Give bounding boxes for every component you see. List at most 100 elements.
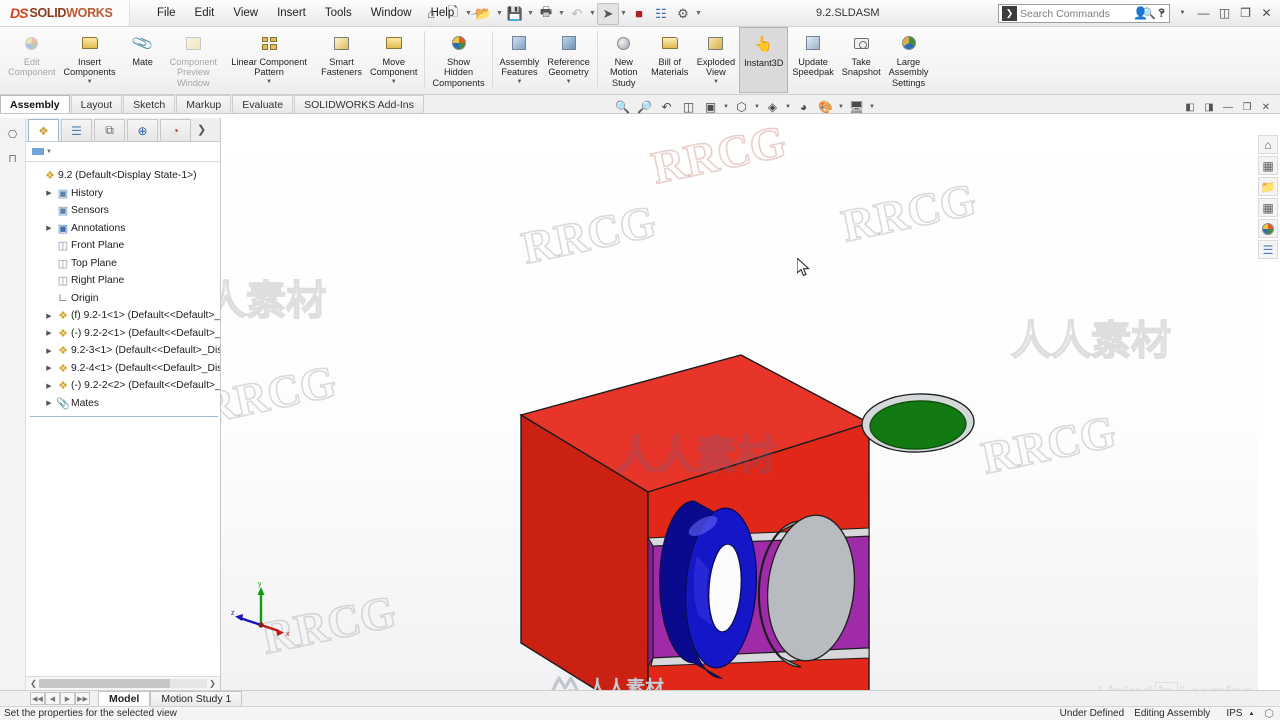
apply-scene-chevron-down-icon[interactable]: ▼ bbox=[837, 104, 845, 110]
configuration-manager-tab[interactable]: ⧉ bbox=[94, 119, 125, 141]
help-chevron-down-icon[interactable]: ▼ bbox=[1173, 3, 1192, 22]
document-tab-bar[interactable]: ◀◀ ◀ ▶ ▶▶ Model Motion Study 1 bbox=[0, 690, 1280, 706]
graphics-viewport[interactable]: RRCG RRCG RRCG RRCG RRCG 人人素材 人人素材 人人素材 bbox=[221, 118, 1258, 690]
tab-markup[interactable]: Markup bbox=[176, 95, 232, 113]
purple-slab-left-end[interactable] bbox=[647, 536, 654, 668]
chevron-down-icon[interactable]: ▼ bbox=[87, 79, 93, 85]
print-icon[interactable]: 🖶 bbox=[535, 3, 557, 25]
home-icon[interactable]: ⌂ bbox=[420, 3, 442, 25]
expander[interactable]: ▶ bbox=[43, 399, 55, 407]
help-icon[interactable]: ? bbox=[1152, 3, 1171, 22]
task-pane-rail[interactable]: ⌂ ▦ 📁 ▦ ☰ bbox=[1258, 135, 1280, 259]
window-controls[interactable]: 👤 ? ▼ — ◫ ❐ ✕ bbox=[1131, 3, 1276, 22]
expander[interactable]: ▶ bbox=[43, 312, 55, 320]
ribbon-button-move-component[interactable]: Move Component ▼ bbox=[366, 27, 422, 93]
custom-properties-icon[interactable]: ☰ bbox=[1258, 240, 1278, 259]
chevron-down-icon[interactable]: ▼ bbox=[566, 79, 572, 85]
tree-filter-bar[interactable]: ▼ bbox=[26, 142, 220, 162]
tree-item-assembly-root[interactable]: ❖ 9.2 (Default<Display State-1>) bbox=[26, 167, 220, 185]
tab-motion-study-1[interactable]: Motion Study 1 bbox=[150, 691, 243, 706]
apply-scene-icon[interactable]: 🎨 bbox=[815, 97, 836, 117]
ribbon-button-insert-components[interactable]: Insert Components ▼ bbox=[60, 27, 120, 93]
new-document-icon[interactable]: 🗋 bbox=[442, 3, 464, 25]
tree-rollback-bar[interactable] bbox=[30, 416, 218, 417]
assembly-tools-icon[interactable]: ⎔ bbox=[4, 126, 22, 142]
quick-access-toolbar[interactable]: ⌂ 🗋 ▼ 📂 ▼ 💾 ▼ 🖶 ▼ ↶ ▼ ➤ ▼ ■ ☷ ⚙ ▼ bbox=[420, 2, 703, 25]
prev-tab-icon[interactable]: ◀ bbox=[45, 692, 60, 705]
next-tab-icon[interactable]: ▶ bbox=[60, 692, 75, 705]
tree-item-component-1[interactable]: ▶ ❖ (f) 9.2-1<1> (Default<<Default>_Dis bbox=[26, 307, 220, 325]
left-tool-rail[interactable]: ⎔ ⊓ bbox=[0, 118, 26, 690]
menu-item-view[interactable]: View bbox=[224, 3, 267, 23]
save-icon[interactable]: 💾 bbox=[504, 3, 526, 25]
status-units-chevron-up-icon[interactable]: ▲ bbox=[1248, 711, 1254, 717]
ribbon-button-bill-of-materials[interactable]: Bill of Materials bbox=[647, 27, 693, 93]
new-document-chevron-down-icon[interactable]: ▼ bbox=[464, 10, 473, 17]
tab-model[interactable]: Model bbox=[98, 691, 151, 706]
expander[interactable]: ▶ bbox=[43, 364, 55, 372]
select-cursor-icon[interactable]: ➤ bbox=[597, 2, 619, 25]
ribbon-button-take-snapshot[interactable]: Take Snapshot bbox=[838, 27, 885, 93]
ribbon-button-new-motion-study[interactable]: New Motion Study bbox=[601, 27, 647, 93]
scroll-right-arrow-icon[interactable]: ❯ bbox=[207, 679, 218, 688]
3d-model-assembly[interactable] bbox=[221, 118, 1258, 690]
previous-view-icon[interactable]: ↶ bbox=[656, 97, 677, 117]
tree-item-component-2[interactable]: ▶ ❖ (-) 9.2-2<1> (Default<<Default>_Di: bbox=[26, 325, 220, 343]
edit-appearance-icon[interactable]: ◕ bbox=[793, 97, 814, 117]
menu-item-insert[interactable]: Insert bbox=[268, 3, 315, 23]
minimize-icon[interactable]: — bbox=[1194, 3, 1213, 22]
tree-item-component-4[interactable]: ▶ ❖ 9.2-4<1> (Default<<Default>_Displa bbox=[26, 360, 220, 378]
restore-doc-icon[interactable]: ❐ bbox=[1239, 100, 1255, 114]
ribbon-button-large-assembly-settings[interactable]: Large Assembly Settings bbox=[885, 27, 933, 93]
select-chevron-down-icon[interactable]: ▼ bbox=[619, 10, 628, 17]
more-tabs-chevron-right-icon[interactable]: ❯ bbox=[197, 123, 206, 136]
tree-item-component-3[interactable]: ▶ ❖ 9.2-3<1> (Default<<Default>_Displa bbox=[26, 342, 220, 360]
status-units[interactable]: IPS bbox=[1226, 708, 1242, 719]
hide-show-items-icon[interactable]: ◈ bbox=[762, 97, 783, 117]
tab-solidworks-add-ins[interactable]: SOLIDWORKS Add-Ins bbox=[294, 95, 424, 113]
tree-item-annotations[interactable]: ▶ ▣ Annotations bbox=[26, 220, 220, 238]
feature-tree[interactable]: ❖ 9.2 (Default<Display State-1>) ▶ ▣ His… bbox=[26, 162, 220, 676]
dimxpert-manager-tab[interactable]: ⊕ bbox=[127, 119, 158, 141]
tree-item-history[interactable]: ▶ ▣ History bbox=[26, 185, 220, 203]
appearances-scenes-icon[interactable] bbox=[1258, 219, 1278, 238]
solidworks-resources-icon[interactable]: ⌂ bbox=[1258, 135, 1278, 154]
tree-item-origin[interactable]: ∟ Origin bbox=[26, 290, 220, 308]
menu-item-edit[interactable]: Edit bbox=[186, 3, 224, 23]
filter-funnel-icon[interactable] bbox=[32, 148, 44, 155]
scroll-left-arrow-icon[interactable]: ❮ bbox=[28, 679, 39, 688]
ribbon-button-edit-component[interactable]: Edit Component bbox=[4, 27, 60, 93]
undo-icon[interactable]: ↶ bbox=[566, 3, 588, 25]
display-manager-tab[interactable]: ◔ bbox=[160, 119, 191, 141]
rebuild-icon[interactable]: ☷ bbox=[650, 3, 672, 25]
search-input[interactable]: Search Commands bbox=[1020, 8, 1142, 20]
first-tab-icon[interactable]: ◀◀ bbox=[30, 692, 45, 705]
save-chevron-down-icon[interactable]: ▼ bbox=[526, 10, 535, 17]
minimize-doc-icon[interactable]: — bbox=[1220, 100, 1236, 114]
account-icon[interactable]: 👤 bbox=[1131, 3, 1150, 22]
view-orientation-icon[interactable]: ▣ bbox=[700, 97, 721, 117]
expander[interactable]: ▶ bbox=[43, 329, 55, 337]
ribbon-button-exploded-view[interactable]: Exploded View ▼ bbox=[693, 27, 739, 93]
ribbon-button-smart-fasteners[interactable]: Smart Fasteners bbox=[317, 27, 366, 93]
expander[interactable]: ▶ bbox=[43, 224, 55, 232]
ribbon-toolbar[interactable]: Edit Component Insert Components ▼ 📎 Mat… bbox=[0, 27, 1280, 95]
chevron-down-icon[interactable]: ▼ bbox=[713, 79, 719, 85]
menu-item-window[interactable]: Window bbox=[362, 3, 421, 23]
tab-sketch[interactable]: Sketch bbox=[123, 95, 176, 113]
feature-manager-tree-tab[interactable]: ❖ bbox=[28, 119, 59, 141]
zoom-to-fit-icon[interactable]: 🔍 bbox=[612, 97, 633, 117]
ribbon-button-reference-geometry[interactable]: Reference Geometry ▼ bbox=[543, 27, 593, 93]
status-overlay-icon[interactable]: ⬡ bbox=[1264, 707, 1274, 720]
file-explorer-icon[interactable]: 📁 bbox=[1258, 177, 1278, 196]
tree-item-front-plane[interactable]: ◫ Front Plane bbox=[26, 237, 220, 255]
measure-icon[interactable]: ■ bbox=[628, 3, 650, 25]
display-style-chevron-down-icon[interactable]: ▼ bbox=[753, 104, 761, 110]
close-icon[interactable]: ✕ bbox=[1257, 3, 1276, 22]
ribbon-button-assembly-features[interactable]: Assembly Features ▼ bbox=[496, 27, 544, 93]
ribbon-button-show-hidden-components[interactable]: Show Hidden Components bbox=[428, 27, 488, 93]
maximize-icon[interactable]: ❐ bbox=[1236, 3, 1255, 22]
undo-chevron-down-icon[interactable]: ▼ bbox=[588, 10, 597, 17]
view-settings-chevron-down-icon[interactable]: ▼ bbox=[868, 104, 876, 110]
last-tab-icon[interactable]: ▶▶ bbox=[75, 692, 90, 705]
